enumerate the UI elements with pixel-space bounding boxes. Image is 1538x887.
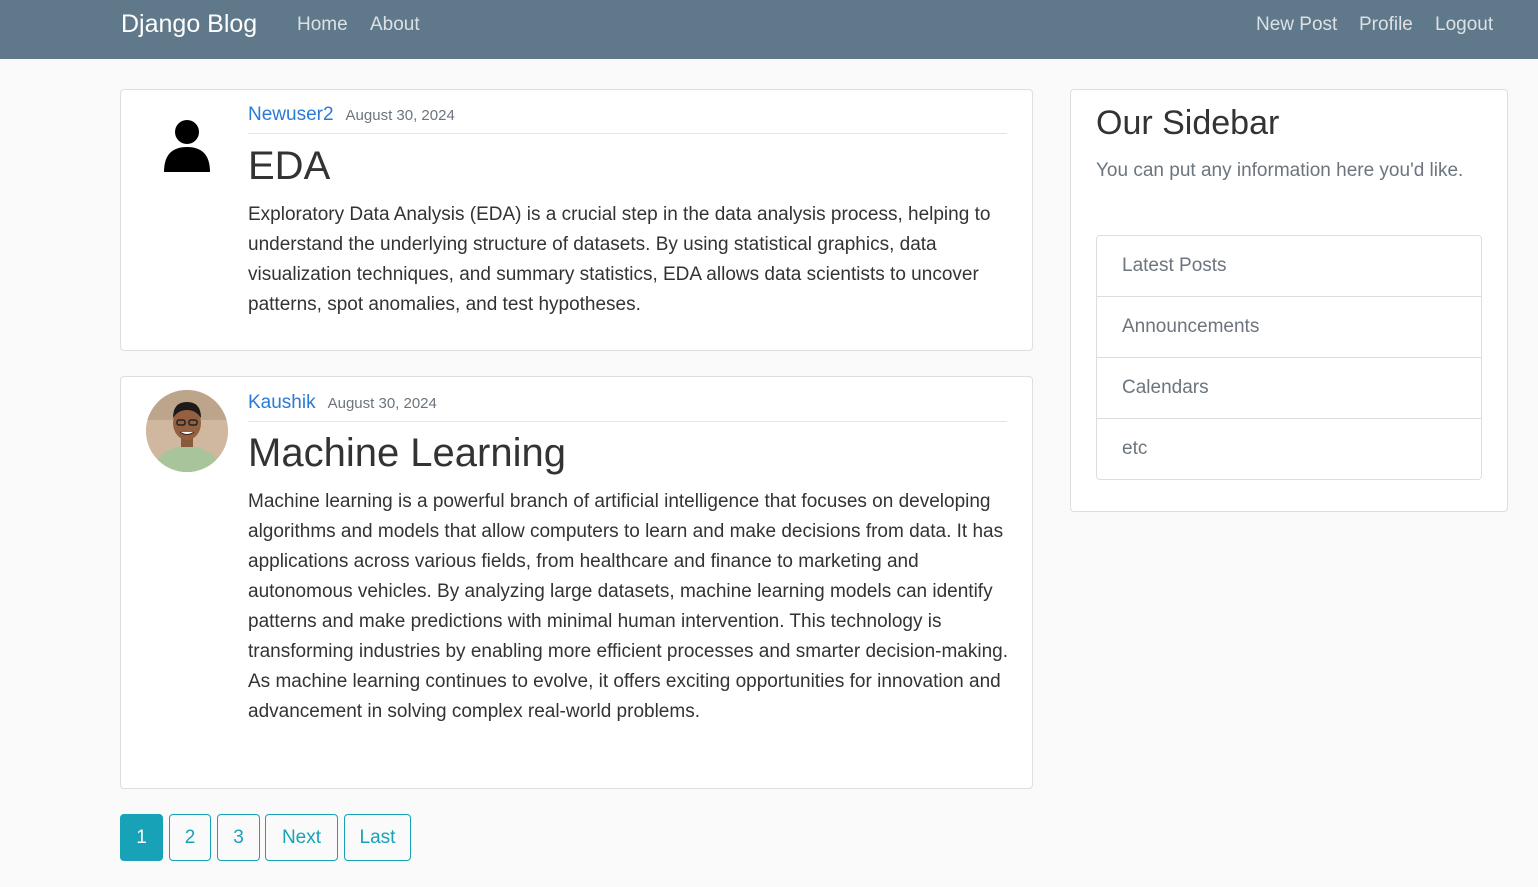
post-card: Kaushik August 30, 2024 Machine Learning … xyxy=(120,376,1033,789)
post-content: Exploratory Data Analysis (EDA) is a cru… xyxy=(248,204,991,315)
nav-about-link[interactable]: About xyxy=(370,14,420,36)
nav-logout-link[interactable]: Logout xyxy=(1435,14,1493,36)
post-title-link[interactable]: EDA xyxy=(248,144,330,189)
author-avatar xyxy=(146,390,228,472)
page-2-button[interactable]: 2 xyxy=(169,814,211,861)
last-page-button[interactable]: Last xyxy=(344,814,411,861)
post-meta: Kaushik August 30, 2024 xyxy=(248,392,1007,422)
post-date: August 30, 2024 xyxy=(327,395,437,412)
post-content: Machine learning is a powerful branch of… xyxy=(248,491,1009,722)
sidebar-item-etc[interactable]: etc xyxy=(1097,419,1481,479)
top-navbar: Django Blog Home About New Post Profile … xyxy=(0,0,1538,59)
sidebar-item-latest-posts[interactable]: Latest Posts xyxy=(1097,236,1481,297)
sidebar: Our Sidebar You can put any information … xyxy=(1070,89,1508,512)
post-date: August 30, 2024 xyxy=(345,107,455,124)
sidebar-title: Our Sidebar xyxy=(1096,104,1280,142)
nav-profile-link[interactable]: Profile xyxy=(1359,14,1413,36)
brand-link[interactable]: Django Blog xyxy=(121,10,257,39)
post-author-link[interactable]: Kaushik xyxy=(248,392,316,413)
nav-new-post-link[interactable]: New Post xyxy=(1256,14,1337,36)
sidebar-list: Latest Posts Announcements Calendars etc xyxy=(1096,235,1482,480)
sidebar-item-calendars[interactable]: Calendars xyxy=(1097,358,1481,419)
post-author-link[interactable]: Newuser2 xyxy=(248,104,334,125)
sidebar-description: You can put any information here you'd l… xyxy=(1096,160,1464,181)
sidebar-item-announcements[interactable]: Announcements xyxy=(1097,297,1481,358)
default-user-icon xyxy=(146,114,228,196)
post-card: Newuser2 August 30, 2024 EDA Exploratory … xyxy=(120,89,1033,351)
page-3-button[interactable]: 3 xyxy=(217,814,260,861)
page-1-button[interactable]: 1 xyxy=(120,814,163,861)
nav-home-link[interactable]: Home xyxy=(297,14,348,36)
next-page-button[interactable]: Next xyxy=(265,814,338,861)
post-title-link[interactable]: Machine Learning xyxy=(248,431,566,476)
post-meta: Newuser2 August 30, 2024 xyxy=(248,104,1007,134)
